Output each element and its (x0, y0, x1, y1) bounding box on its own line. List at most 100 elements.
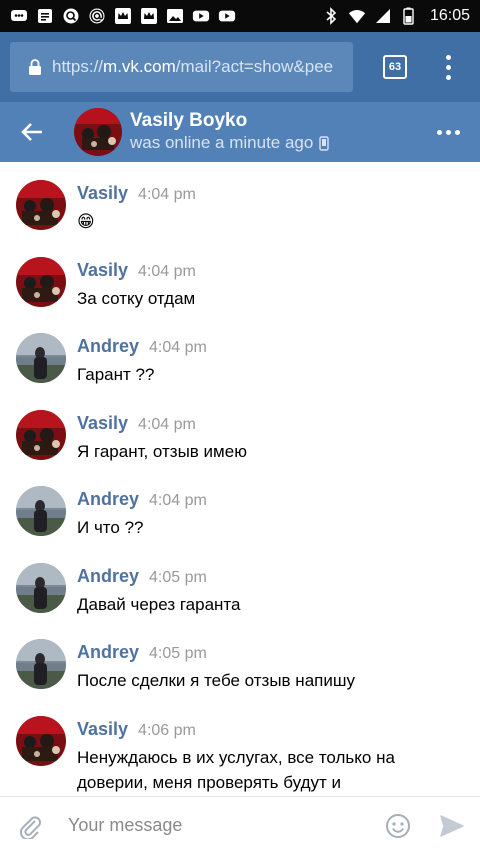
url-text: https://m.vk.com/mail?act=show&pee (52, 57, 333, 77)
message-header: Vasily 4:04 pm (77, 410, 457, 438)
message-header: Andrey 4:05 pm (77, 639, 457, 667)
message-item[interactable]: Vasily 4:06 pm Ненуждаюсь в их услугах, вс… (0, 698, 480, 792)
message-body: Vasily 4:04 pm За сотку отдам (77, 257, 457, 311)
message-time: 4:04 pm (149, 492, 207, 509)
message-avatar[interactable] (16, 409, 66, 460)
message-body: Vasily 4:04 pm Я гарант, отзыв имею (77, 410, 457, 464)
search-icon (62, 7, 80, 25)
message-time: 4:04 pm (149, 339, 207, 356)
chat-status: was online a minute ago (130, 132, 330, 154)
battery-icon (400, 7, 418, 25)
message-body: Vasily 4:04 pm 😁 (77, 180, 457, 234)
youtube-icon (192, 7, 210, 25)
tab-switcher-button[interactable]: 63 (383, 55, 407, 79)
message-text: Давай через гаранта (77, 594, 241, 614)
chat-more-button[interactable] (437, 129, 460, 135)
message-avatar[interactable] (16, 333, 66, 383)
chat-title-block[interactable]: Vasily Boyko was online a minute ago (130, 110, 330, 154)
message-header: Andrey 4:05 pm (77, 563, 457, 591)
message-text: Ненуждаюсь в их услугах, все только на д… (77, 747, 395, 792)
crown-icon (140, 7, 158, 25)
gallery-icon (166, 7, 184, 25)
message-input[interactable] (60, 805, 372, 846)
message-time: 4:04 pm (138, 186, 196, 203)
message-author[interactable]: Andrey (77, 486, 139, 512)
online-status-text: was online a minute ago (130, 133, 314, 152)
send-icon (440, 814, 464, 837)
bluetooth-icon (322, 7, 340, 25)
message-text: Гарант ?? (77, 365, 155, 384)
message-header: Vasily 4:04 pm (77, 180, 457, 208)
message-avatar[interactable] (16, 562, 66, 613)
message-body: Vasily 4:06 pm Ненуждаюсь в их услугах, вс… (77, 716, 457, 795)
url-path: /mail?act=show&pee (175, 57, 334, 76)
attach-button[interactable] (0, 797, 60, 854)
status-bar: 16:05 (0, 0, 480, 32)
mobile-icon (319, 135, 330, 151)
message-body: Andrey 4:04 pm И что ?? (77, 486, 457, 540)
chat-name: Vasily Boyko (130, 110, 248, 131)
smiley-icon (386, 813, 410, 838)
browser-toolbar: https://m.vk.com/mail?act=show&pee 63 (0, 32, 480, 102)
browser-menu-button[interactable] (443, 54, 453, 80)
youtube-icon (218, 7, 236, 25)
system-icons: 16:05 (322, 7, 470, 25)
message-item[interactable]: Andrey 4:04 pm Гарант ?? (0, 315, 480, 392)
app-screen: 16:05 https://m.vk.com/mail?act=show&pee… (0, 0, 480, 854)
message-time: 4:05 pm (149, 645, 207, 662)
message-avatar[interactable] (16, 715, 66, 766)
back-button[interactable] (0, 102, 64, 162)
message-item[interactable]: Vasily 4:04 pm За сотку отдам (0, 239, 480, 316)
message-author[interactable]: Vasily (77, 716, 128, 742)
message-body: Andrey 4:05 pm После сделки я тебе отзыв н… (77, 639, 457, 693)
lock-icon (28, 59, 42, 75)
chat-header: Vasily Boyko was online a minute ago (0, 102, 480, 162)
message-text: За сотку отдам (77, 288, 196, 308)
message-body: Andrey 4:04 pm Гарант ?? (77, 333, 457, 387)
more-horiz-icon (437, 129, 442, 135)
message-item[interactable]: Andrey 4:05 pm Давай через гаранта (0, 545, 480, 622)
message-author[interactable]: Vasily (77, 257, 128, 283)
message-avatar[interactable] (16, 256, 66, 307)
message-time: 4:04 pm (138, 415, 196, 433)
messenger-icon (10, 7, 28, 25)
message-time: 4:04 pm (138, 262, 196, 280)
message-time: 4:06 pm (138, 721, 196, 739)
message-avatar[interactable] (16, 180, 66, 230)
email-at-icon (88, 7, 106, 25)
message-header: Vasily 4:06 pm (77, 716, 457, 744)
message-item[interactable]: Andrey 4:05 pm После сделки я тебе отзыв н… (0, 621, 480, 698)
message-author[interactable]: Andrey (77, 563, 139, 589)
emoji-button[interactable] (372, 797, 424, 854)
notification-icons (10, 7, 236, 25)
more-vert-icon (445, 54, 451, 60)
message-text: 😁 (77, 212, 95, 231)
message-text: И что ?? (77, 518, 144, 537)
message-item[interactable]: Vasily 4:04 pm 😁 (0, 162, 480, 239)
message-item[interactable]: Vasily 4:04 pm Я гарант, отзыв имею (0, 392, 480, 469)
message-avatar[interactable] (16, 486, 66, 536)
paperclip-icon (20, 815, 41, 839)
clock: 16:05 (429, 7, 470, 24)
wifi-icon (348, 7, 366, 25)
crown-icon (114, 7, 132, 25)
message-text: После сделки я тебе отзыв напишу (77, 671, 355, 690)
message-author[interactable]: Vasily (77, 180, 128, 206)
message-author[interactable]: Andrey (77, 333, 139, 359)
message-text: Я гарант, отзыв имею (77, 441, 247, 461)
message-body: Andrey 4:05 pm Давай через гаранта (77, 563, 457, 617)
message-item[interactable]: Andrey 4:04 pm И что ?? (0, 468, 480, 545)
message-time: 4:05 pm (149, 568, 207, 586)
send-button[interactable] (424, 797, 480, 854)
message-author[interactable]: Vasily (77, 410, 128, 436)
message-list: Vasily 4:04 pm 😁 Vasily 4:04 pm За сотку отда… (0, 162, 480, 796)
signal-icon (374, 7, 392, 25)
message-header: Andrey 4:04 pm (77, 333, 457, 361)
chat-avatar[interactable] (74, 108, 122, 156)
url-scheme: https:// (52, 57, 104, 76)
message-composer (0, 796, 480, 854)
address-bar[interactable]: https://m.vk.com/mail?act=show&pee (10, 42, 353, 92)
message-header: Andrey 4:04 pm (77, 486, 457, 514)
message-author[interactable]: Andrey (77, 639, 139, 665)
message-avatar[interactable] (16, 639, 66, 689)
